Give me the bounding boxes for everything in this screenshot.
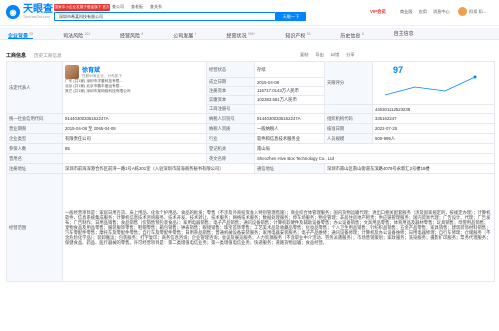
section-actions: 复制 导出 纠错 分享	[300, 52, 355, 58]
reg-no-value	[254, 104, 325, 114]
company-type-label: 企业类型	[6, 133, 63, 144]
apps-link[interactable]: 应用	[419, 9, 427, 15]
english-name-label: 英文名称	[206, 153, 255, 164]
industry-value: 软件和信息技术服务业	[254, 133, 325, 144]
paid-capital-value: 102383.681万人民币	[254, 95, 325, 105]
approve-date-label: 核准日期	[324, 123, 373, 134]
copy-button[interactable]: 复制	[300, 52, 308, 58]
reg-authority-value: 南山局	[254, 143, 495, 154]
reg-no-value-2: 440301112523238	[372, 104, 495, 114]
industry-label: 行业	[206, 133, 255, 144]
status-label: 经营状态	[206, 61, 255, 78]
paid-capital-label: 实缴资本	[206, 95, 255, 105]
section-nav: 企业背景 98 司法风险 264 经营风险 8 公司发展 1 经营状况 998+…	[0, 28, 499, 40]
term-value: 2015-04-08 至 2065-04-08	[62, 123, 207, 134]
brand-sub: TianYanCha.com	[23, 15, 50, 19]
tax-id-label: 纳税人识别号	[206, 113, 255, 124]
reg-no-label-2	[324, 104, 373, 114]
eye-logo-icon: ◉	[6, 5, 20, 19]
section-title: 工商信息	[6, 53, 27, 59]
search-button[interactable]: 天眼一下	[276, 12, 306, 21]
english-name-value: Shenzhen Hive Box Technology Co., Ltd	[254, 153, 495, 164]
tab-history[interactable]: 历史信息 8	[340, 28, 363, 40]
reg-capital-value: 116717.0143万人民币	[254, 86, 325, 96]
top-bar: ◉ 天眼查 TianYanCha.com 国家中小企业发展子基金旗下 官方备案企…	[0, 0, 499, 26]
brand-logo[interactable]: ◉ 天眼查 TianYanCha.com	[6, 5, 53, 19]
user-name[interactable]: 扣扣 扣...	[469, 9, 486, 15]
credit-code-value: 91440300335162247A	[62, 113, 207, 124]
legal-rep-name[interactable]: 徐育斌	[82, 65, 122, 74]
legal-rep-label: 法定代表人	[6, 61, 63, 114]
search-input[interactable]: 深圳市希某科技有限公司	[54, 12, 276, 21]
found-date-value: 2015-04-08	[254, 77, 325, 87]
report-button[interactable]: 纠错	[331, 52, 339, 58]
business-link[interactable]: 商业版	[400, 9, 413, 15]
tab-operation-status[interactable]: 经营状况 998+	[227, 28, 256, 40]
export-button[interactable]: 导出	[315, 52, 323, 58]
tab-company[interactable]: 查公司	[112, 4, 124, 10]
vip-link[interactable]: VIP会员	[370, 9, 386, 15]
share-button[interactable]: 分享	[346, 52, 354, 58]
section-header: 工商信息 历史工商信息	[6, 52, 62, 60]
tab-ip[interactable]: 知识产权 59	[285, 28, 310, 40]
mail-address-value[interactable]: 深圳市南山区南山街道东滨路4078号永新汇2号楼18楼	[324, 163, 495, 174]
credit-agency-badge: 国家中小企业发展子基金旗下 官方备案企业征信机构	[54, 4, 110, 16]
former-name-value	[62, 153, 207, 164]
status-value: 存续	[254, 61, 325, 78]
tax-id-value: 91440300335162247A	[254, 113, 325, 124]
reg-address-label: 注册地址	[6, 163, 63, 174]
top-links: 商业版 应用 消息中心	[400, 9, 450, 15]
score-cell: 97	[372, 61, 495, 105]
score-gauge-icon	[384, 75, 477, 96]
reg-authority-label: 登记机关	[206, 143, 255, 154]
staff-size-value: 500-999人	[372, 133, 495, 144]
history-link[interactable]: 历史工商信息	[34, 53, 62, 59]
insured-value: 85	[62, 143, 207, 154]
tab-boss[interactable]: 查老板	[131, 4, 143, 10]
reg-capital-label: 注册资本	[206, 86, 255, 96]
org-code-label: 组织机构代码	[324, 113, 373, 124]
mail-address-label: 通信地址	[254, 163, 325, 174]
tab-operation-risk[interactable]: 经营风险 8	[120, 28, 143, 40]
insured-label: 参保人数	[6, 143, 63, 154]
taxpayer-qual-label: 纳税人资质	[206, 123, 255, 134]
search-mode-tabs: 查公司 查老板 查关系	[112, 4, 162, 10]
messages-link[interactable]: 消息中心	[433, 9, 450, 15]
score-label: 天眼评分	[324, 61, 373, 105]
tab-relation[interactable]: 查关系	[150, 4, 162, 10]
former-name-label: 曾用名	[6, 153, 63, 164]
scope-label: 经营范围	[6, 173, 63, 282]
found-date-label: 成立日期	[206, 77, 255, 87]
company-type-value: 有限责任公司	[62, 133, 207, 144]
taxpayer-qual-value: 一般纳税人	[254, 123, 325, 134]
tab-judicial-risk[interactable]: 司法风险 264	[63, 28, 90, 40]
scope-value: 一般经营项目是：家居日用百货、床上用品、化妆个护用品、食品的批发；零售（不涉及外…	[62, 173, 495, 282]
tab-company-background[interactable]: 企业背景 98	[8, 28, 34, 40]
legal-rep-cell: 徐育斌 任职59家企业，分布如下 广东 (共1家) 深圳市洋重科技有限... 北…	[62, 61, 207, 114]
tab-development[interactable]: 公司发展 1	[173, 28, 196, 40]
credit-code-label: 统一社会信用代码	[6, 113, 63, 124]
term-label: 营业期限	[6, 123, 63, 134]
region-row[interactable]: 其它 (共1家) 深圳市某网络科技有限公司	[65, 89, 204, 94]
staff-size-label: 人员规模	[324, 133, 373, 144]
org-code-value: 335162247	[372, 113, 495, 124]
avatar[interactable]	[458, 7, 467, 16]
reg-address-value[interactable]: 深圳市前海深港合作区前湾一路1号A栋201室（入驻深圳市前海商务秘书有限公司）	[62, 163, 255, 174]
reg-no-label: 工商注册号	[206, 104, 255, 114]
legal-rep-avatar	[65, 65, 79, 79]
business-info-table: 法定代表人 徐育斌 任职59家企业，分布如下 广东 (共1家) 深圳市洋重科技有…	[6, 61, 495, 282]
tab-self-info[interactable]: 自主信息	[394, 28, 414, 39]
approve-date-value: 2022-07-25	[372, 123, 495, 134]
brand-name: 天眼查	[23, 4, 53, 15]
